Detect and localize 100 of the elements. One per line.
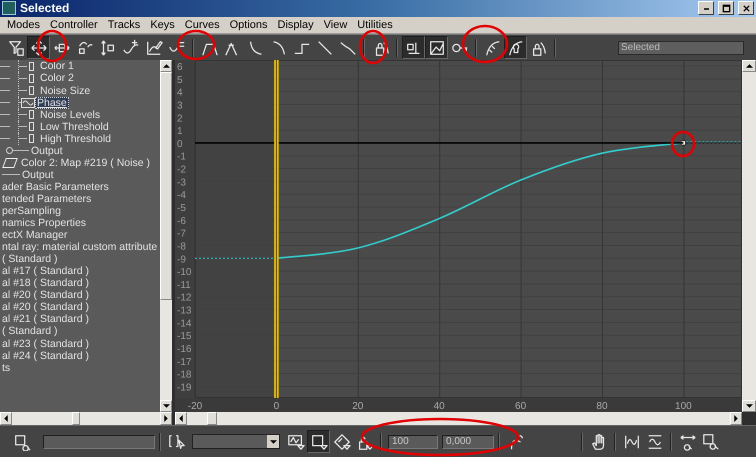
tree-item[interactable]: Noise Levels [38,108,102,121]
close-button[interactable] [738,1,754,16]
annotation-ellipse [176,30,216,60]
diagonal-line-icon [316,38,334,57]
axis-label: -16 [177,344,192,356]
tree-item[interactable]: Low Threshold [38,120,111,133]
bulb-curve-icon [506,38,524,57]
right-arrow-icon [164,415,168,422]
close-icon [742,4,750,13]
tree-item[interactable]: ectX Manager [0,229,70,242]
tree-item[interactable]: al #24 ( Standard ) [0,350,91,362]
filter-dropdown[interactable] [192,434,280,450]
key-marker[interactable] [681,141,686,146]
tree-item[interactable]: al #21 ( Standard ) [0,313,91,326]
scroll-right-button[interactable] [730,412,742,426]
toolbar-button[interactable] [425,36,448,60]
menu-item[interactable]: Controller [45,18,103,31]
axis-label: -18 [177,370,192,382]
funnel-icon [6,38,24,57]
axis-label: 2 [177,114,183,125]
toolbar-button[interactable] [402,36,425,60]
tree-item[interactable]: al #20 ( Standard ) [0,301,91,314]
toolbar-button[interactable] [504,36,527,60]
tree-item[interactable]: al #17 ( Standard ) [0,265,91,278]
axis-label: -10 [177,268,192,279]
axis-label: -3 [177,178,186,189]
axis-label: -15 [177,332,192,343]
minimize-icon [702,6,710,10]
tree-item[interactable]: ( Standard ) [0,325,60,338]
toolbar-button[interactable] [307,430,330,454]
scroll-right-button[interactable] [160,412,172,426]
menu-item[interactable]: Options [224,18,273,31]
menu-item[interactable]: View [318,18,352,31]
menu-item[interactable]: Utilities [352,18,398,31]
tree-item[interactable]: Noise Size [38,84,92,97]
tree-item[interactable]: ( Standard ) [0,253,60,266]
tree-item[interactable]: al #18 ( Standard ) [0,277,91,290]
menu-item[interactable]: Keys [145,18,180,31]
caret-icon [270,440,276,444]
zoom-selected-icon [12,432,30,451]
axis-label: 1 [177,126,183,138]
tree-item[interactable]: High Threshold [38,132,114,145]
window-title: Selected [20,1,70,16]
expand-icon[interactable] [6,147,13,154]
tree-item[interactable]: tended Parameters [0,192,94,205]
time-slider-marker[interactable] [274,60,279,399]
menu-item[interactable]: Modes [2,18,46,31]
menu-item[interactable]: Curves [180,18,225,31]
axis-label: -8 [177,242,186,253]
tree-item[interactable]: namics Properties [0,217,88,230]
axis-label: -9 [177,254,186,266]
menu-item[interactable]: Tracks [102,18,146,31]
frame-horizontal-icon [622,432,640,451]
tree-item[interactable]: ntal ray: material custom attribute [0,241,160,254]
left-arrow-icon [4,415,8,422]
tree-item[interactable]: Color 2: Map #219 ( Noise ) [19,156,152,169]
axis-label: 4 [177,88,183,100]
axis-label: 100 [675,401,692,412]
maximize-button[interactable] [718,1,734,16]
tree-item[interactable]: ader Basic Parameters [0,180,111,193]
tree-item[interactable]: al #23 ( Standard ) [0,338,91,350]
annotation-ellipse [358,30,388,64]
axis-label: 80 [596,401,608,412]
scroll-up-button[interactable] [742,60,756,72]
minimize-button[interactable] [698,1,714,16]
tree-item[interactable]: al #20 ( Standard ) [0,289,91,302]
right-arrow-icon [734,415,738,422]
scroll-left-button[interactable] [0,412,12,426]
tree-item[interactable]: ts [0,362,12,374]
axis-label: -6 [177,216,186,228]
scroll-thumb[interactable] [160,72,172,300]
tree-item[interactable]: Phase [35,96,69,109]
scroll-left-button[interactable] [175,412,187,426]
menu-item[interactable]: Display [272,18,319,31]
tree-item[interactable]: perSampling [0,205,63,217]
scroll-thumb[interactable] [72,412,80,426]
tree-item[interactable]: Output [29,144,65,157]
axis-label: 0 [274,401,280,412]
axis-label: -4 [177,190,186,202]
graph-icon [428,38,446,57]
tree-item[interactable]: Color 1 [38,60,76,72]
scroll-thumb[interactable] [207,412,217,426]
tree-item[interactable]: Output [20,168,56,181]
selection-field[interactable]: Selected [618,40,744,55]
maximize-icon [722,4,730,13]
scroll-up-button[interactable] [160,60,172,72]
tree-item[interactable]: Color 2 [38,72,76,84]
scroll-down-button[interactable] [160,400,172,412]
axis-label: -17 [177,357,192,368]
axis-label: 3 [177,100,183,112]
name-field[interactable] [43,434,155,449]
scroll-down-button[interactable] [742,400,756,412]
down-arrow-icon [162,404,170,408]
curve-graph[interactable]: 6 5 4 3 2 1 0 -1 -2 -3 -4 -5 -6 -7 -8 -9 -10 -11 -12 -13 -14 -15 -16 -17 -18 -19 -20 0 20 40 60 80 100 [175,60,742,412]
frame-field[interactable]: 100 [388,434,438,449]
axis-label: -14 [177,318,192,330]
axis-label: -2 [177,164,186,176]
axis-label: 20 [352,401,364,412]
axis-label: -12 [177,293,192,304]
value-field[interactable]: 0,000 [442,434,494,449]
